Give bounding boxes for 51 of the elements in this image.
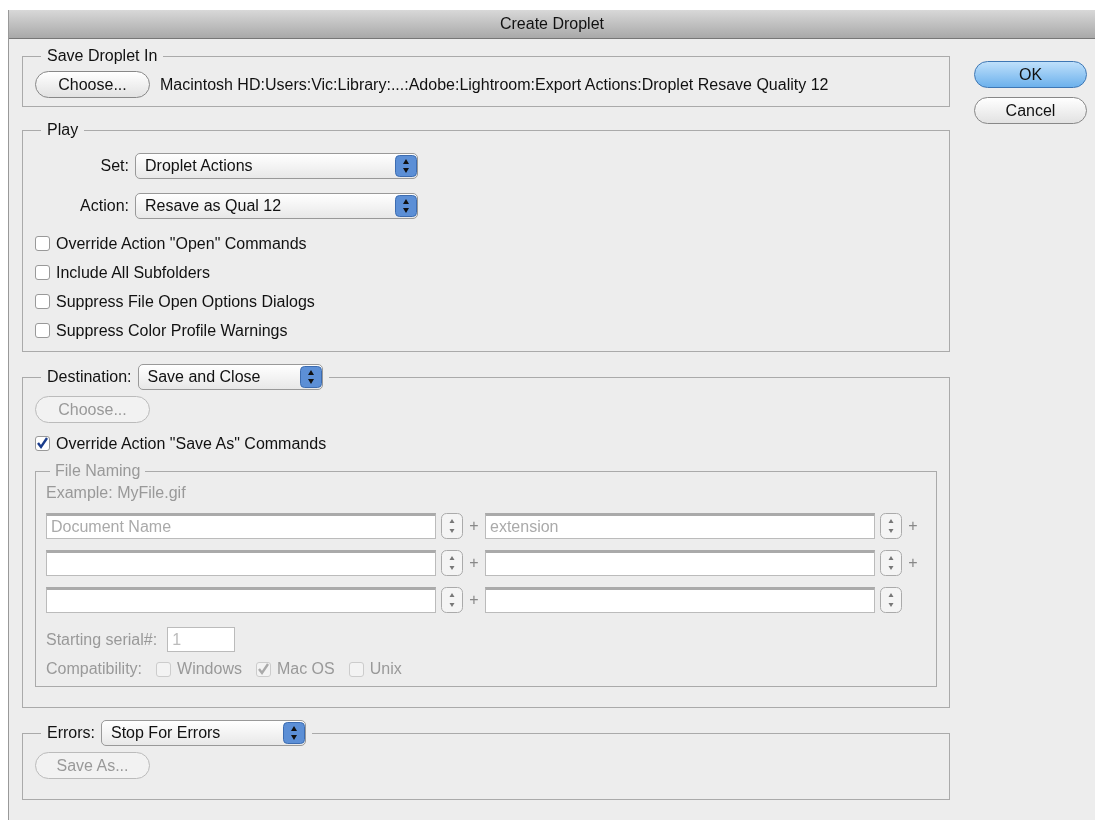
- stepper-icon[interactable]: [880, 587, 902, 613]
- dropdown[interactable]: Droplet Actions: [135, 153, 418, 179]
- checkbox[interactable]: [35, 236, 50, 251]
- stepper-icon[interactable]: [441, 550, 463, 576]
- checkbox[interactable]: [35, 294, 50, 309]
- stepper-icon[interactable]: [880, 550, 902, 576]
- checkbox[interactable]: [35, 265, 50, 280]
- group-title: Errors:: [47, 724, 95, 742]
- input-field[interactable]: [46, 587, 436, 613]
- stepper-icon[interactable]: [880, 513, 902, 539]
- path-text: Macintosh HD:Users:Vic:Library:...:Adobe:Lightroom:Export Actions:Droplet Resave Quality 12: [160, 75, 829, 94]
- checkbox-label: Include All Subfolders: [56, 263, 210, 282]
- group-title: Save Droplet In: [47, 47, 158, 65]
- checkbox-label: Suppress File Open Options Dialogs: [56, 292, 315, 311]
- checkbox-label: Unix: [369, 660, 402, 678]
- cancel-button[interactable]: Cancel: [974, 97, 1087, 124]
- field-label: Starting serial#:: [46, 630, 158, 649]
- field-label: Action:: [79, 197, 129, 215]
- plus-sign: +: [468, 554, 480, 572]
- plus-sign: +: [907, 517, 919, 535]
- input-field[interactable]: [485, 587, 875, 613]
- plus-sign: +: [468, 591, 480, 609]
- plus-sign: +: [468, 517, 480, 535]
- stepper-icon[interactable]: [441, 587, 463, 613]
- group-title: File Naming: [55, 462, 141, 480]
- stepper-icon: [395, 155, 417, 177]
- checkbox[interactable]: [35, 323, 50, 338]
- dropdown[interactable]: Stop For Errors: [101, 720, 306, 746]
- checkbox[interactable]: [35, 436, 50, 451]
- field-label: Compatibility:: [46, 660, 143, 678]
- ok-button[interactable]: OK: [974, 61, 1087, 88]
- checkbox-label: Suppress Color Profile Warnings: [56, 321, 288, 340]
- checkbox-label: Override Action "Save As" Commands: [56, 434, 327, 453]
- window-title: Create Droplet: [499, 15, 604, 33]
- example-text: Example: MyFile.gif: [46, 484, 187, 502]
- dropdown[interactable]: Save and Close: [137, 364, 323, 390]
- input-field[interactable]: [46, 550, 436, 576]
- dropdown[interactable]: Resave as Qual 12: [135, 193, 418, 219]
- choose-button[interactable]: Choose...: [35, 71, 150, 98]
- field-label: Set:: [99, 157, 129, 175]
- plus-sign: +: [907, 554, 919, 572]
- input-field[interactable]: [485, 550, 875, 576]
- checkbox-label: Override Action "Open" Commands: [56, 234, 307, 253]
- group-title: Play: [47, 121, 79, 139]
- stepper-icon: [283, 722, 305, 744]
- stepper-icon: [299, 366, 322, 388]
- stepper-icon[interactable]: [441, 513, 463, 539]
- checkbox-label: Mac OS: [276, 660, 335, 678]
- group-title: Destination:: [47, 368, 132, 386]
- stepper-icon: [395, 195, 417, 217]
- checkbox-label: Windows: [177, 660, 242, 678]
